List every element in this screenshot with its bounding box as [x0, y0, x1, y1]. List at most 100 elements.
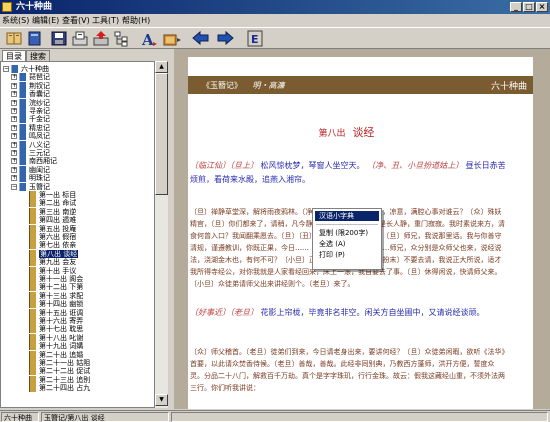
expand-toggle-icon[interactable]: +	[11, 99, 17, 106]
paragraph-4[interactable]: 〔众〕师父稽首。〔老旦〕徒弟们到来，今日请老身出来，要讲何经？〔旦〕众徒弟闲暇，…	[190, 346, 508, 394]
expand-toggle-icon[interactable]: −	[11, 183, 17, 190]
expand-toggle-icon[interactable]: +	[11, 158, 17, 165]
scroll-thumb[interactable]	[155, 73, 168, 195]
tree-chapter-item[interactable]: 第九出 会友	[1, 258, 153, 267]
tree-chapter-item[interactable]: 第二十三出 追别	[1, 375, 153, 384]
tree-book-item[interactable]: + 幽闺记	[1, 165, 153, 174]
menu-view[interactable]: 查看(V)	[62, 15, 90, 26]
expand-toggle-icon[interactable]: +	[11, 166, 17, 173]
tree-book-item[interactable]: + 千金记	[1, 115, 153, 124]
tree-chapter-item[interactable]: 第七出 依亲	[1, 241, 153, 250]
status-location: 玉簪记/第八出 谈经	[41, 412, 169, 422]
menu-tools[interactable]: 工具(T)	[92, 15, 119, 26]
close-button[interactable]: ×	[536, 2, 548, 12]
tree-item-label: 明珠记	[29, 174, 50, 183]
tree-chapter-item[interactable]: 第十七出 耽思	[1, 325, 153, 334]
chapter-icon	[29, 384, 36, 393]
tree-chapter-item[interactable]: 第八出 谈经	[1, 249, 153, 258]
expand-toggle-icon[interactable]: −	[3, 66, 9, 72]
tree-chapter-item[interactable]: 第十六出 寄弄	[1, 317, 153, 325]
tree-book-item[interactable]: + 鸣凤记	[1, 132, 153, 141]
expand-toggle-icon[interactable]: +	[11, 116, 17, 123]
chapter-icon	[29, 266, 36, 275]
tree-chapter-item[interactable]: 第十八出 叱谢	[1, 333, 153, 342]
tree-item-label: 第三出 南逆	[39, 207, 77, 216]
tree-chapter-item[interactable]: 第一出 标目	[1, 191, 153, 199]
export-icon[interactable]	[92, 30, 110, 47]
tree-book-item[interactable]: − 玉簪记	[1, 182, 153, 191]
paragraph-3[interactable]: 〔好事近〕〔老旦〕 花影上帘栊，毕竟非名非空。闲关方自坐圃中，又请说经谈顽。	[190, 306, 508, 320]
tree-item-label: 第二十出 追婚	[39, 350, 84, 359]
tree-book-item[interactable]: + 明珠记	[1, 174, 153, 183]
tree-chapter-item[interactable]: 第二出 命试	[1, 199, 153, 208]
menu-item-print[interactable]: 打印 (P)	[315, 250, 379, 260]
tree-item-label: 第一出 标目	[39, 191, 77, 199]
expand-toggle-icon[interactable]: +	[11, 82, 17, 89]
menu-help[interactable]: 帮助(H)	[122, 15, 150, 26]
tree-chapter-item[interactable]: 第五出 投庵	[1, 224, 153, 233]
paragraph-1[interactable]: 〔临江仙〕〔旦上〕 松风惊枕梦，琴窗人坐空天。 〔净、丑、小旦扮道姑上〕 昼长日…	[190, 159, 508, 187]
tree-chapter-item[interactable]: 第六出 假宿	[1, 233, 153, 241]
tree-scrollbar[interactable]: ▲ ▼	[154, 61, 168, 408]
expand-toggle-icon[interactable]: +	[11, 108, 17, 114]
header-book-title: 《玉簪记》	[202, 81, 242, 90]
color-icon[interactable]	[163, 30, 181, 47]
tree-chapter-item[interactable]: 第三出 南逆	[1, 207, 153, 216]
forward-icon[interactable]	[216, 30, 234, 47]
expand-toggle-icon[interactable]: +	[11, 133, 17, 140]
tree-chapter-item[interactable]: 第十四出 幽锁	[1, 300, 153, 309]
tree-icon[interactable]	[113, 30, 131, 47]
tree-chapter-item[interactable]: 第十出 手议	[1, 266, 153, 275]
tree-item-label: 幽闺记	[29, 165, 50, 174]
book-icon[interactable]	[26, 30, 44, 47]
open-book-icon[interactable]	[5, 30, 23, 47]
tree-chapter-item[interactable]: 第十九出 词媾	[1, 342, 153, 351]
expand-toggle-icon[interactable]: +	[11, 150, 17, 156]
tree-chapter-item[interactable]: 第十三出 求配	[1, 291, 153, 300]
expand-toggle-icon[interactable]: +	[11, 74, 17, 81]
tree-book-item[interactable]: + 荆钗记	[1, 81, 153, 90]
tree-book-item[interactable]: + 八义记	[1, 140, 153, 149]
inbox-icon[interactable]	[71, 30, 89, 47]
role-annotation: 〔净、丑、小旦扮道姑上〕	[367, 161, 464, 170]
tree-book-item[interactable]: + 精忠记	[1, 123, 153, 132]
tree-item-label: 八义记	[29, 140, 50, 149]
scroll-up-button[interactable]: ▲	[155, 61, 168, 73]
expand-toggle-icon[interactable]: +	[11, 91, 17, 98]
tree-book-item[interactable]: + 香囊记	[1, 90, 153, 99]
tree-book-item[interactable]: + 南西厢记	[1, 157, 153, 166]
font-icon[interactable]: A	[140, 30, 158, 47]
tree-book-item[interactable]: + 浣纱记	[1, 98, 153, 107]
tree-chapter-item[interactable]: 第十五出 诳调	[1, 308, 153, 317]
scroll-down-button[interactable]: ▼	[155, 394, 168, 406]
chapter-icon	[29, 275, 36, 283]
tree-chapter-item[interactable]: 第二十一出 姑阻	[1, 359, 153, 367]
tree-chapter-item[interactable]: 第二十二出 促试	[1, 367, 153, 376]
menu-item-dictionary[interactable]: 汉语小字典	[315, 211, 379, 221]
tree-book-item[interactable]: + 寻亲记	[1, 107, 153, 115]
menu-system[interactable]: 系统(S)	[2, 15, 29, 26]
tree-root-item[interactable]: − 六十种曲	[1, 65, 153, 73]
tree-chapter-item[interactable]: 第二十出 追婚	[1, 350, 153, 359]
menu-item-select-all[interactable]: 全选 (A)	[315, 239, 379, 249]
book-icon	[19, 182, 26, 191]
app-icon	[2, 2, 12, 12]
minimize-button[interactable]: _	[510, 2, 522, 12]
menu-item-copy[interactable]: 复制 (限200字)	[315, 228, 379, 238]
maximize-button[interactable]: □	[523, 2, 535, 12]
expand-toggle-icon[interactable]: +	[11, 175, 17, 182]
tree-chapter-item[interactable]: 第四出 遁难	[1, 216, 153, 225]
book-icon	[19, 165, 26, 174]
tree-book-item[interactable]: + 琵琶记	[1, 73, 153, 82]
back-icon[interactable]	[192, 30, 210, 47]
window-title: 六十种曲	[16, 2, 53, 12]
tree-book-item[interactable]: + 三元记	[1, 149, 153, 157]
menu-edit[interactable]: 编辑(E)	[32, 15, 59, 26]
tree-chapter-item[interactable]: 第二十四出 占九	[1, 384, 153, 393]
save-icon[interactable]	[50, 30, 68, 47]
tree-chapter-item[interactable]: 第十二出 下第	[1, 283, 153, 292]
expand-toggle-icon[interactable]: +	[11, 124, 17, 131]
expand-toggle-icon[interactable]: +	[11, 141, 17, 148]
dictionary-icon[interactable]: E	[246, 30, 264, 47]
tree-chapter-item[interactable]: 第十一出 阁会	[1, 275, 153, 283]
